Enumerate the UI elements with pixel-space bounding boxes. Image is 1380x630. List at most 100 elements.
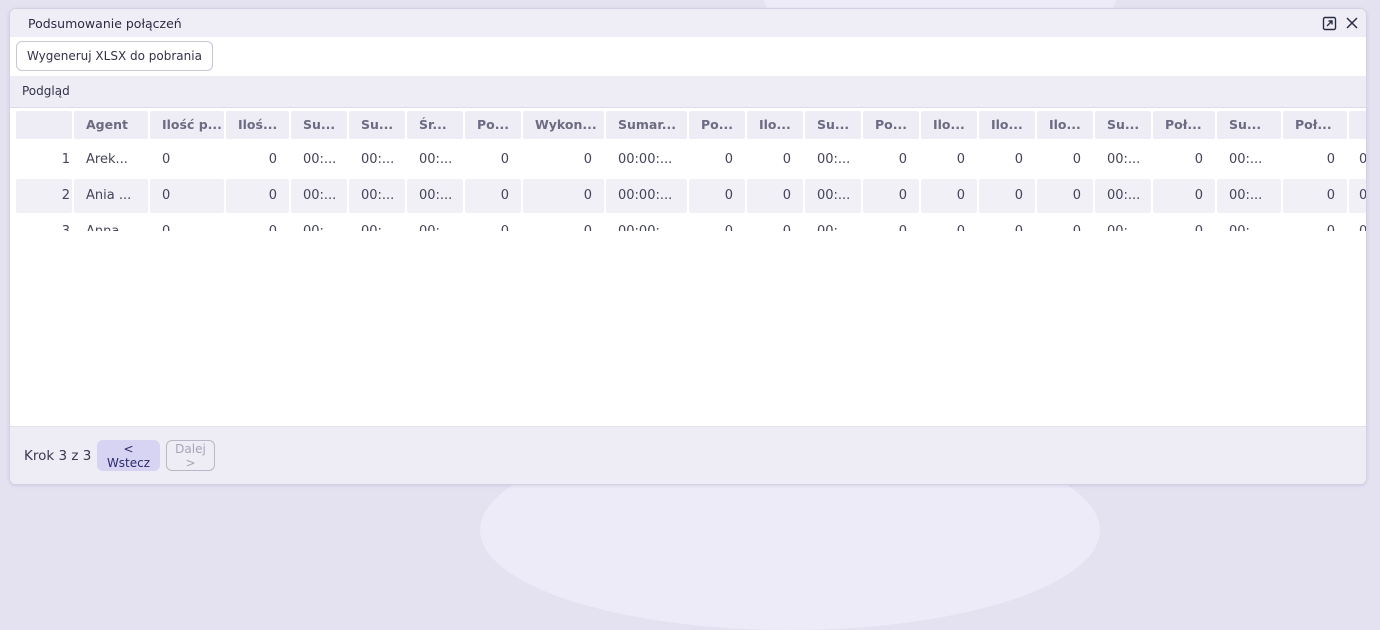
table-cell: 0 — [747, 215, 803, 231]
column-header[interactable]: Iloś... — [226, 111, 289, 139]
table-cell: 0 — [1037, 179, 1093, 213]
table-cell: 0 — [747, 179, 803, 213]
table-cell: 0 — [979, 215, 1035, 231]
row-number-cell: 3 — [16, 215, 72, 231]
column-header[interactable]: Ilo... — [1037, 111, 1093, 139]
row-number-cell: 2 — [16, 179, 72, 213]
table-cell: 00:... — [361, 152, 395, 167]
column-header[interactable]: Sumar... — [606, 111, 687, 139]
column-header[interactable]: Po... — [689, 111, 745, 139]
table-cell: 0 — [863, 215, 919, 231]
table-cell: 0 — [162, 152, 171, 167]
table-cell: 00:00:... — [606, 215, 687, 231]
toolbar: Wygeneruj XLSX do pobrania — [10, 37, 1366, 76]
preview-section-header: Podgląd — [10, 76, 1366, 108]
table-cell: 0 — [500, 152, 509, 167]
table-cell: 00:... — [291, 179, 347, 213]
table-cell: Anna ... — [74, 215, 148, 231]
table-cell: 00:... — [1095, 215, 1151, 231]
table-cell: 0 — [523, 179, 604, 213]
table-cell: 00:... — [805, 179, 861, 213]
table-cell: 0 — [1037, 215, 1093, 231]
table-cell: 0 — [1349, 215, 1366, 231]
column-header[interactable]: Poł... — [1283, 111, 1347, 139]
summary-dialog: Podsumowanie połączeń Wygeneruj XLSX do … — [9, 8, 1367, 485]
table-cell: 00:... — [817, 152, 851, 167]
table-cell: 0 — [1283, 215, 1347, 231]
external-window-icon[interactable] — [1320, 14, 1338, 32]
table-cell: 0 — [226, 179, 289, 213]
table-cell: 00:... — [407, 179, 463, 213]
column-header[interactable]: Po... — [465, 111, 521, 139]
table-cell: 00:... — [291, 215, 347, 231]
table-cell: 00:... — [1107, 152, 1141, 167]
table-cell: 0 — [689, 215, 745, 231]
table-cell: 0 — [465, 215, 521, 231]
table-cell: 0 — [724, 152, 733, 167]
table-cell: 0 — [523, 215, 604, 231]
table-cell: 0 — [898, 152, 907, 167]
close-icon[interactable] — [1343, 14, 1361, 32]
column-header[interactable]: Agent — [74, 111, 148, 139]
table-cell: 0 — [1014, 152, 1023, 167]
table-cell: 00:... — [419, 152, 453, 167]
column-header[interactable]: Su... — [349, 111, 405, 139]
table-cell: 0 — [465, 179, 521, 213]
table-cell: 00:... — [349, 215, 405, 231]
column-header[interactable]: Su... — [1095, 111, 1151, 139]
column-header[interactable]: Śr... — [407, 111, 463, 139]
column-header[interactable]: Su... — [291, 111, 347, 139]
column-header[interactable]: Ilo... — [921, 111, 977, 139]
table-cell: 0 — [150, 215, 224, 231]
table-cell: 0 — [1359, 152, 1367, 167]
dialog-titlebar: Podsumowanie połączeń — [10, 9, 1366, 38]
table-cell: 0 — [921, 179, 977, 213]
table-cell: 0 — [1072, 152, 1081, 167]
table-cell: 0 — [1349, 179, 1366, 213]
table-cell: 00:00:... — [618, 152, 673, 167]
table-cell: 00:00:... — [606, 179, 687, 213]
table-cell: 0 — [921, 215, 977, 231]
wizard-footer: Krok 3 z 3 < Wstecz Dalej > — [10, 426, 1366, 484]
table-cell: 0 — [268, 152, 277, 167]
table-cell: 0 — [689, 179, 745, 213]
column-header[interactable]: Wykon... — [523, 111, 604, 139]
column-header[interactable]: Ilość p... — [150, 111, 224, 139]
preview-table: Agent Ilość p... Iloś... Su... Su... Śr... Po.… — [16, 111, 1367, 231]
table-cell: 0 — [979, 179, 1035, 213]
table-cell: 00:... — [303, 152, 337, 167]
table-cell: 0 — [583, 152, 592, 167]
table-cell: 0 — [956, 152, 965, 167]
column-header[interactable]: Ilo... — [979, 111, 1035, 139]
table-cell: 0 — [1283, 179, 1347, 213]
column-header[interactable]: Su... — [1217, 111, 1281, 139]
table-cell: 0 — [226, 215, 289, 231]
table-cell: 00:... — [407, 215, 463, 231]
table-cell: 0 — [1326, 152, 1335, 167]
back-button[interactable]: < Wstecz — [97, 440, 160, 471]
preview-label: Podgląd — [22, 84, 70, 98]
column-header[interactable]: Ilo... — [747, 111, 803, 139]
row-number-cell: 1 — [61, 152, 70, 167]
column-header[interactable]: Poł... — [1153, 111, 1215, 139]
table-cell: Arek... — [86, 152, 128, 167]
generate-xlsx-button[interactable]: Wygeneruj XLSX do pobrania — [16, 41, 213, 71]
column-header[interactable]: Po... — [863, 111, 919, 139]
row-number-header[interactable] — [16, 111, 72, 139]
column-header[interactable]: Su... — [805, 111, 861, 139]
dialog-title: Podsumowanie połączeń — [28, 16, 182, 31]
table-cell: 00:... — [349, 179, 405, 213]
table-cell: Ania ... — [74, 179, 148, 213]
table-cell: 00:... — [1217, 215, 1281, 231]
table-cell: 0 — [782, 152, 791, 167]
table-cell: 0 — [150, 179, 224, 213]
column-header[interactable] — [1349, 111, 1366, 139]
table-cell: 00:... — [1229, 152, 1263, 167]
table-cell: 0 — [1153, 179, 1215, 213]
step-indicator: Krok 3 z 3 — [24, 448, 92, 464]
table-cell: 00:... — [1095, 179, 1151, 213]
next-button: Dalej > — [166, 440, 215, 471]
table-cell: 0 — [863, 179, 919, 213]
table-cell: 00:... — [1217, 179, 1281, 213]
table-cell: 0 — [1194, 152, 1203, 167]
